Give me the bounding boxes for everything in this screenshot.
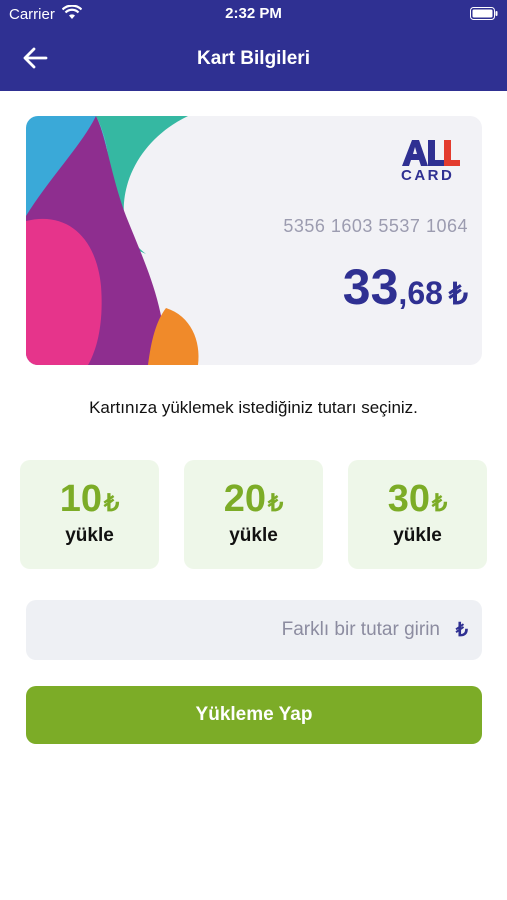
amount-value: 10₺: [59, 478, 120, 520]
custom-amount-field[interactable]: ₺: [26, 600, 482, 660]
balance-card: CARD 5356 1603 5537 1064 33,68 ₺: [26, 116, 482, 365]
svg-text:CARD: CARD: [401, 167, 454, 182]
amount-load-label: yükle: [65, 525, 114, 546]
amount-option-20[interactable]: 20₺ yükle: [184, 460, 323, 569]
amount-option-30[interactable]: 30₺ yükle: [348, 460, 487, 569]
status-bar: Carrier 2:32 PM: [0, 0, 507, 28]
custom-amount-input[interactable]: [26, 600, 446, 660]
load-submit-button[interactable]: Yükleme Yap: [26, 686, 482, 744]
allcard-logo: CARD: [401, 140, 460, 182]
currency-symbol: ₺: [448, 278, 468, 311]
amount-load-label: yükle: [229, 525, 278, 546]
amount-value: 20₺: [223, 478, 284, 520]
app-header: Carrier 2:32 PM Kart Bilgileri: [0, 0, 507, 91]
amount-option-10[interactable]: 10₺ yükle: [20, 460, 159, 569]
amount-load-label: yükle: [393, 525, 442, 546]
status-time: 2:32 PM: [225, 5, 282, 22]
battery-icon: [470, 7, 498, 20]
balance-decimal: ,68: [398, 275, 443, 311]
balance-integer: 33: [342, 259, 399, 315]
card-balance: 33,68 ₺: [343, 258, 468, 316]
input-currency-symbol: ₺: [455, 620, 468, 641]
page-title: Kart Bilgileri: [197, 48, 310, 69]
card-number: 5356 1603 5537 1064: [283, 216, 468, 236]
amount-prompt: Kartınıza yüklemek istediğiniz tutarı se…: [89, 398, 418, 417]
amount-value: 30₺: [387, 478, 448, 520]
